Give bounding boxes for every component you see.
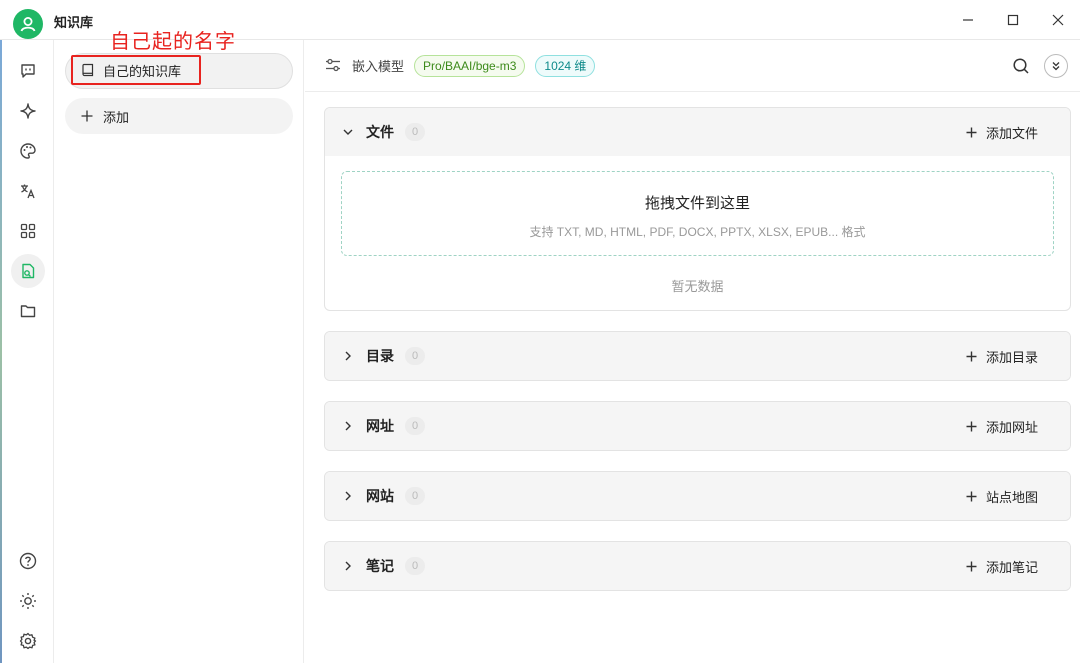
plus-icon bbox=[966, 351, 977, 362]
model-badge: Pro/BAAI/bge-m3 bbox=[414, 54, 526, 77]
section-urls-header[interactable]: 网址 0 添加网址 bbox=[325, 402, 1070, 450]
close-button[interactable] bbox=[1048, 10, 1068, 30]
add-directory-button[interactable]: 添加目录 bbox=[966, 347, 1038, 366]
maximize-button[interactable] bbox=[1003, 10, 1023, 30]
minimize-icon bbox=[963, 19, 973, 21]
collapse-all-button[interactable] bbox=[1044, 54, 1068, 78]
knowledge-base-list: 自己的知识库 添加 bbox=[55, 40, 304, 663]
dropzone-formats: 支持 TXT, MD, HTML, PDF, DOCX, PPTX, XLSX,… bbox=[529, 225, 866, 239]
sitemap-button[interactable]: 站点地图 bbox=[966, 487, 1038, 506]
section-title: 网址 bbox=[366, 418, 394, 434]
translate-nav-button[interactable] bbox=[11, 174, 45, 208]
folder-icon bbox=[20, 305, 36, 318]
sitemap-label: 站点地图 bbox=[985, 490, 1038, 505]
kb-list-item[interactable]: 自己的知识库 bbox=[65, 53, 293, 89]
kb-header: 嵌入模型 Pro/BAAI/bge-m3 1024 维 bbox=[305, 40, 1080, 92]
chevron-right-icon bbox=[345, 421, 351, 431]
nav-rail bbox=[0, 40, 54, 663]
knowledge-icon bbox=[22, 263, 35, 279]
close-icon bbox=[1052, 14, 1064, 26]
theme-icon bbox=[20, 593, 36, 609]
section-notes: 笔记 0 添加笔记 bbox=[324, 541, 1071, 591]
plus-icon bbox=[81, 110, 93, 122]
add-note-label: 添加笔记 bbox=[985, 560, 1038, 575]
sliders-icon[interactable] bbox=[325, 57, 341, 73]
palette-icon bbox=[20, 143, 36, 159]
section-count: 0 bbox=[405, 123, 426, 141]
section-urls: 网址 0 添加网址 bbox=[324, 401, 1071, 451]
section-websites-header[interactable]: 网站 0 站点地图 bbox=[325, 472, 1070, 520]
section-title: 网站 bbox=[366, 488, 394, 504]
plus-icon bbox=[966, 127, 977, 138]
apps-icon bbox=[20, 223, 36, 239]
section-directories-header[interactable]: 目录 0 添加目录 bbox=[325, 332, 1070, 380]
plus-icon bbox=[966, 491, 977, 502]
section-count: 0 bbox=[405, 557, 426, 575]
chat-nav-button[interactable] bbox=[11, 54, 45, 88]
user-icon bbox=[20, 17, 36, 32]
user-avatar[interactable] bbox=[13, 9, 43, 39]
section-websites: 网站 0 站点地图 bbox=[324, 471, 1071, 521]
add-file-button[interactable]: 添加文件 bbox=[966, 123, 1038, 142]
add-url-label: 添加网址 bbox=[985, 420, 1038, 435]
add-note-button[interactable]: 添加笔记 bbox=[966, 557, 1038, 576]
section-notes-header[interactable]: 笔记 0 添加笔记 bbox=[325, 542, 1070, 590]
plus-icon bbox=[966, 561, 977, 572]
section-directories: 目录 0 添加目录 bbox=[324, 331, 1071, 381]
kb-item-label: 自己的知识库 bbox=[103, 63, 182, 79]
files-nav-button[interactable] bbox=[11, 294, 45, 328]
maximize-icon bbox=[1007, 14, 1019, 26]
section-count: 0 bbox=[405, 417, 426, 435]
section-title: 目录 bbox=[366, 348, 394, 364]
apps-nav-button[interactable] bbox=[11, 214, 45, 248]
section-title: 文件 bbox=[366, 124, 394, 140]
sparkle-icon bbox=[20, 103, 36, 119]
add-directory-label: 添加目录 bbox=[985, 350, 1038, 365]
section-files-header[interactable]: 文件 0 添加文件 bbox=[325, 108, 1070, 156]
chat-icon bbox=[21, 64, 35, 78]
embedding-model-label: 嵌入模型 bbox=[352, 59, 405, 74]
kb-item-highlight: 自己的知识库 bbox=[71, 55, 201, 85]
translate-icon bbox=[21, 184, 35, 199]
knowledge-nav-button[interactable] bbox=[11, 254, 45, 288]
help-icon bbox=[19, 552, 37, 570]
chevron-right-icon bbox=[345, 561, 351, 571]
search-icon[interactable] bbox=[1012, 57, 1030, 75]
theme-toggle-button[interactable] bbox=[11, 584, 45, 618]
dimension-badge: 1024 维 bbox=[535, 54, 596, 77]
add-url-button[interactable]: 添加网址 bbox=[966, 417, 1038, 436]
help-button[interactable] bbox=[11, 544, 45, 578]
section-title: 笔记 bbox=[366, 558, 394, 574]
minimize-button[interactable] bbox=[958, 10, 978, 30]
chevron-down-icon bbox=[343, 129, 353, 135]
window-edge-decoration bbox=[0, 40, 2, 663]
add-kb-button[interactable]: 添加 bbox=[65, 98, 293, 134]
annotation-label: 自己起的名字 bbox=[110, 29, 236, 53]
paint-nav-button[interactable] bbox=[11, 134, 45, 168]
app-title: 知识库 bbox=[54, 15, 94, 30]
plus-icon bbox=[966, 421, 977, 432]
agents-nav-button[interactable] bbox=[11, 94, 45, 128]
section-count: 0 bbox=[405, 347, 426, 365]
file-dropzone[interactable]: 拖拽文件到这里 支持 TXT, MD, HTML, PDF, DOCX, PPT… bbox=[341, 171, 1054, 256]
double-chevron-down-icon bbox=[1052, 62, 1060, 71]
chevron-right-icon bbox=[345, 351, 351, 361]
section-files: 文件 0 添加文件 拖拽文件到这里 支持 TXT, MD, HTML, PDF,… bbox=[324, 107, 1071, 311]
dropzone-title: 拖拽文件到这里 bbox=[644, 195, 750, 212]
add-file-label: 添加文件 bbox=[985, 126, 1038, 141]
add-kb-label: 添加 bbox=[103, 109, 130, 125]
book-icon bbox=[82, 63, 94, 77]
section-count: 0 bbox=[405, 487, 426, 505]
settings-button[interactable] bbox=[11, 624, 45, 658]
settings-icon bbox=[19, 632, 37, 650]
chevron-right-icon bbox=[345, 491, 351, 501]
empty-state: 暂无数据 bbox=[671, 279, 724, 294]
